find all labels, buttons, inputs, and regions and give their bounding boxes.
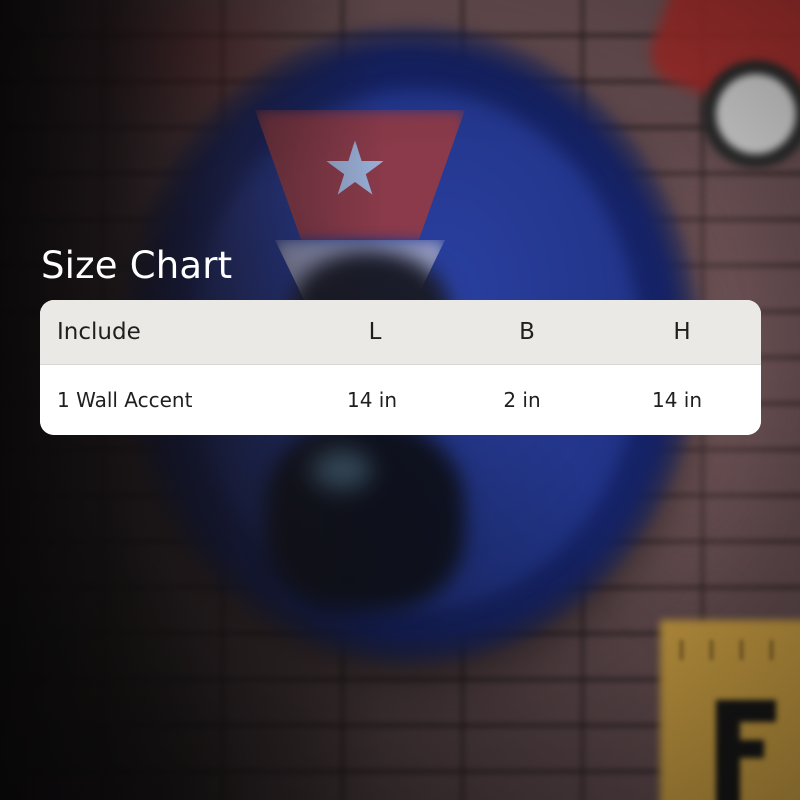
size-chart-title: Size Chart — [41, 244, 233, 287]
cell-breadth: 2 in — [503, 388, 541, 412]
table-header-row: Include L B H — [40, 300, 761, 365]
size-chart-table: Include L B H 1 Wall Accent 14 in 2 in 1… — [40, 300, 761, 435]
cell-length: 14 in — [346, 388, 398, 412]
header-height: H — [673, 319, 691, 345]
cell-include: 1 Wall Accent — [57, 388, 193, 412]
header-breadth: B — [519, 319, 535, 345]
table-row: 1 Wall Accent 14 in 2 in 14 in — [40, 365, 761, 435]
header-length: L — [368, 319, 382, 345]
cell-height: 14 in — [651, 388, 703, 412]
header-include: Include — [57, 319, 141, 345]
